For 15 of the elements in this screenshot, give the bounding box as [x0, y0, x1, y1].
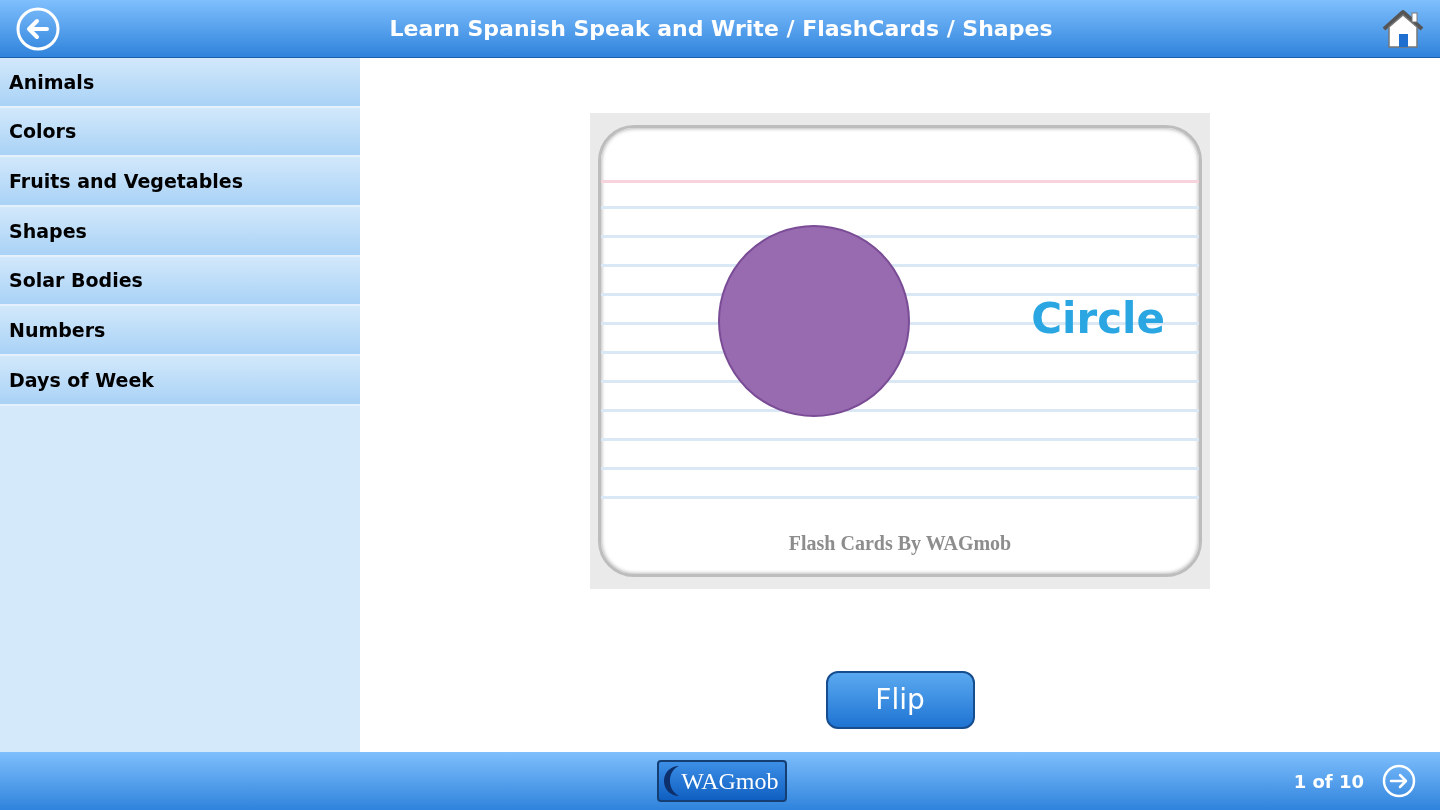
sidebar-item[interactable]: Colors	[0, 107, 360, 158]
page-title: Learn Spanish Speak and Write / FlashCards / Shapes	[389, 15, 1053, 43]
brand-logo[interactable]: WAGmob	[657, 760, 787, 802]
sidebar-item[interactable]: Solar Bodies	[0, 256, 360, 307]
sidebar-item[interactable]: Days of Week	[0, 356, 360, 406]
next-icon[interactable]	[1382, 764, 1416, 798]
page-counter: 1 of 10	[1293, 769, 1364, 794]
card-word: Circle	[1031, 298, 1165, 340]
sidebar-item[interactable]: Shapes	[0, 207, 360, 257]
sidebar-item[interactable]: Fruits and Vegetables	[0, 157, 360, 208]
sidebar-item[interactable]: Animals	[0, 58, 360, 108]
home-icon[interactable]	[1382, 8, 1424, 49]
card-footer-text: Flash Cards By WAGmob	[787, 531, 1013, 557]
sidebar-item[interactable]: Numbers	[0, 306, 360, 357]
back-icon[interactable]	[16, 6, 60, 51]
